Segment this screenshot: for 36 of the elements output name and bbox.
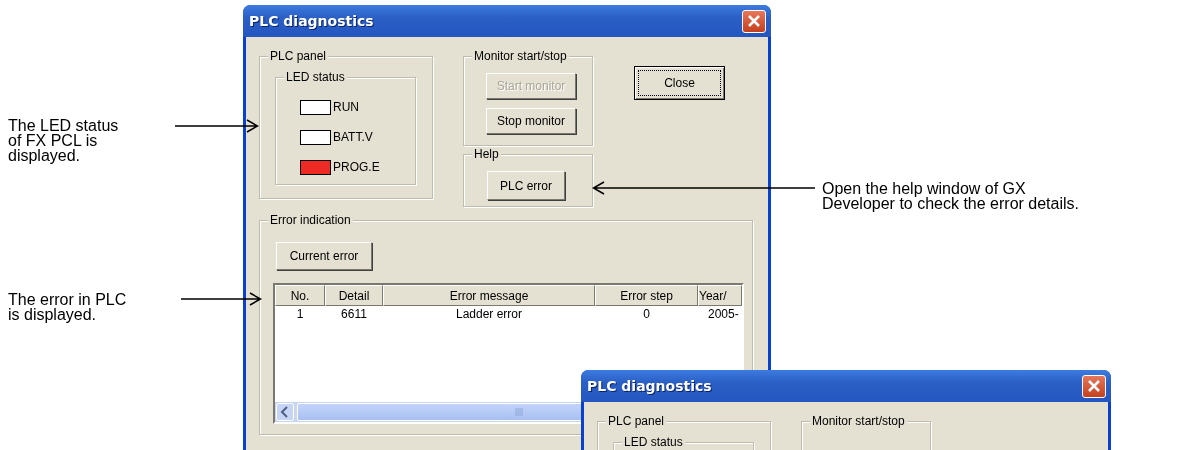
callout-text: The error in PLC is displayed. bbox=[8, 292, 127, 322]
close-icon bbox=[747, 14, 761, 28]
callout-text: The LED status of FX PCL is displayed. bbox=[8, 118, 119, 163]
group-label: Monitor start/stop bbox=[472, 50, 569, 63]
group-label: PLC panel bbox=[606, 415, 667, 428]
table-cell-text: 1 bbox=[295, 306, 305, 322]
callout-text: Open the help window of GX Developer to check the error details. bbox=[822, 181, 1079, 211]
table-cell-text: 2005- bbox=[707, 306, 740, 322]
column-header[interactable]: Error message bbox=[383, 285, 595, 306]
close-button[interactable] bbox=[1082, 374, 1106, 398]
window-title: PLC diagnostics bbox=[587, 376, 712, 396]
group-label: PLC panel bbox=[268, 50, 329, 63]
group-label: LED status bbox=[622, 436, 685, 449]
group-label: LED status bbox=[284, 71, 347, 84]
table-cell-text: 6611 bbox=[340, 306, 368, 322]
group-label: Monitor start/stop bbox=[810, 415, 907, 428]
column-header[interactable]: No. bbox=[275, 285, 325, 306]
led-label: PROG.E bbox=[333, 159, 380, 176]
push-button[interactable]: PLC error bbox=[487, 171, 565, 200]
column-header[interactable]: Error step bbox=[595, 285, 698, 306]
table-cell-text: Ladder error bbox=[454, 306, 523, 322]
group-label: Error indication bbox=[268, 214, 353, 227]
close-button[interactable]: Close bbox=[634, 66, 725, 100]
scroll-left-icon[interactable] bbox=[276, 403, 294, 421]
group-label: Help bbox=[472, 148, 501, 161]
led-label: BATT.V bbox=[333, 129, 373, 146]
push-button[interactable]: Stop monitor bbox=[486, 108, 576, 134]
column-header[interactable]: Year/ bbox=[698, 285, 742, 306]
column-header[interactable]: Detail bbox=[325, 285, 383, 306]
table-cell-text: 0 bbox=[642, 306, 651, 322]
close-icon bbox=[1087, 379, 1101, 393]
led-label: RUN bbox=[333, 99, 359, 116]
close-button[interactable] bbox=[742, 9, 766, 33]
grip-icon bbox=[514, 408, 524, 416]
push-button[interactable]: Current error bbox=[276, 242, 372, 270]
window-title: PLC diagnostics bbox=[249, 11, 374, 31]
